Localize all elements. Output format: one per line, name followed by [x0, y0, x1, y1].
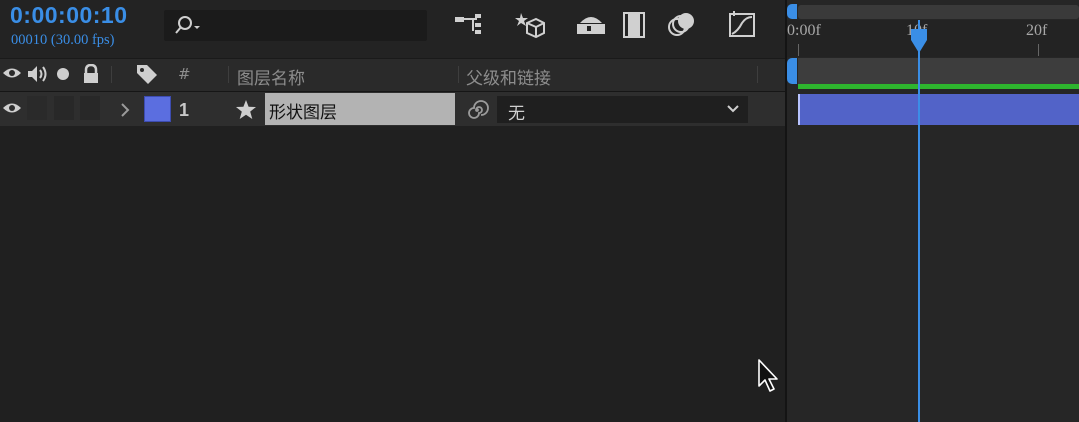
frame-count-display: 00010 (30.00 fps)	[11, 32, 115, 48]
ruler-tick	[798, 44, 799, 56]
shape-layer-star-icon	[236, 100, 256, 119]
current-time-indicator-head[interactable]	[910, 28, 928, 54]
current-time-indicator-line[interactable]	[918, 20, 920, 422]
ruler-label-start: 0:00f	[787, 22, 821, 39]
layer-search-input[interactable]	[164, 10, 427, 41]
column-header-number: #	[178, 65, 191, 83]
timeline-navigator-bar[interactable]	[798, 5, 1079, 19]
solo-dot-icon[interactable]	[57, 68, 69, 80]
layer-column-header	[0, 58, 785, 92]
parent-select-value: 无	[508, 104, 525, 124]
frame-blending-icon[interactable]	[620, 9, 654, 41]
audio-switch[interactable]	[27, 96, 47, 120]
layer-name-text: 形状图层	[269, 103, 337, 123]
lock-icon[interactable]	[82, 64, 100, 84]
column-divider	[228, 66, 229, 83]
column-divider	[111, 66, 112, 83]
layer-visibility-icon[interactable]	[2, 101, 22, 115]
column-header-parent[interactable]: 父级和链接	[466, 64, 551, 89]
graph-editor-icon[interactable]	[726, 9, 760, 41]
parent-select-dropdown[interactable]	[497, 96, 748, 123]
draft-3d-icon[interactable]	[513, 9, 547, 41]
shy-layers-icon[interactable]	[574, 9, 608, 41]
timeline-navigator-start-handle[interactable]	[787, 4, 797, 19]
motion-blur-icon[interactable]	[666, 9, 700, 41]
layer-label-color[interactable]	[144, 96, 171, 122]
current-time-display[interactable]: 0:00:00:10	[10, 2, 128, 29]
label-tag-icon[interactable]	[136, 64, 158, 84]
work-area-bar[interactable]	[798, 58, 1079, 84]
composition-flowchart-icon[interactable]	[453, 9, 487, 41]
audio-speaker-icon[interactable]	[26, 64, 48, 84]
layer-number: 1	[179, 100, 190, 120]
search-icon[interactable]	[173, 14, 203, 36]
column-divider	[757, 66, 758, 83]
lock-switch[interactable]	[80, 96, 100, 120]
render-cache-indicator	[798, 84, 1079, 89]
column-divider	[458, 66, 459, 83]
video-visibility-icon[interactable]	[2, 66, 22, 80]
mouse-cursor-icon	[758, 359, 778, 392]
layer-duration-bar[interactable]	[798, 94, 1079, 125]
work-area-start-handle[interactable]	[787, 58, 797, 84]
chevron-down-icon[interactable]	[726, 104, 740, 114]
pick-whip-spiral-icon[interactable]	[465, 98, 489, 122]
ruler-tick	[1038, 44, 1039, 56]
chevron-right-icon[interactable]	[118, 101, 132, 119]
ruler-label-20f: 20f	[1026, 22, 1048, 39]
column-header-layer-name[interactable]: 图层名称	[237, 64, 305, 89]
solo-switch[interactable]	[54, 96, 74, 120]
